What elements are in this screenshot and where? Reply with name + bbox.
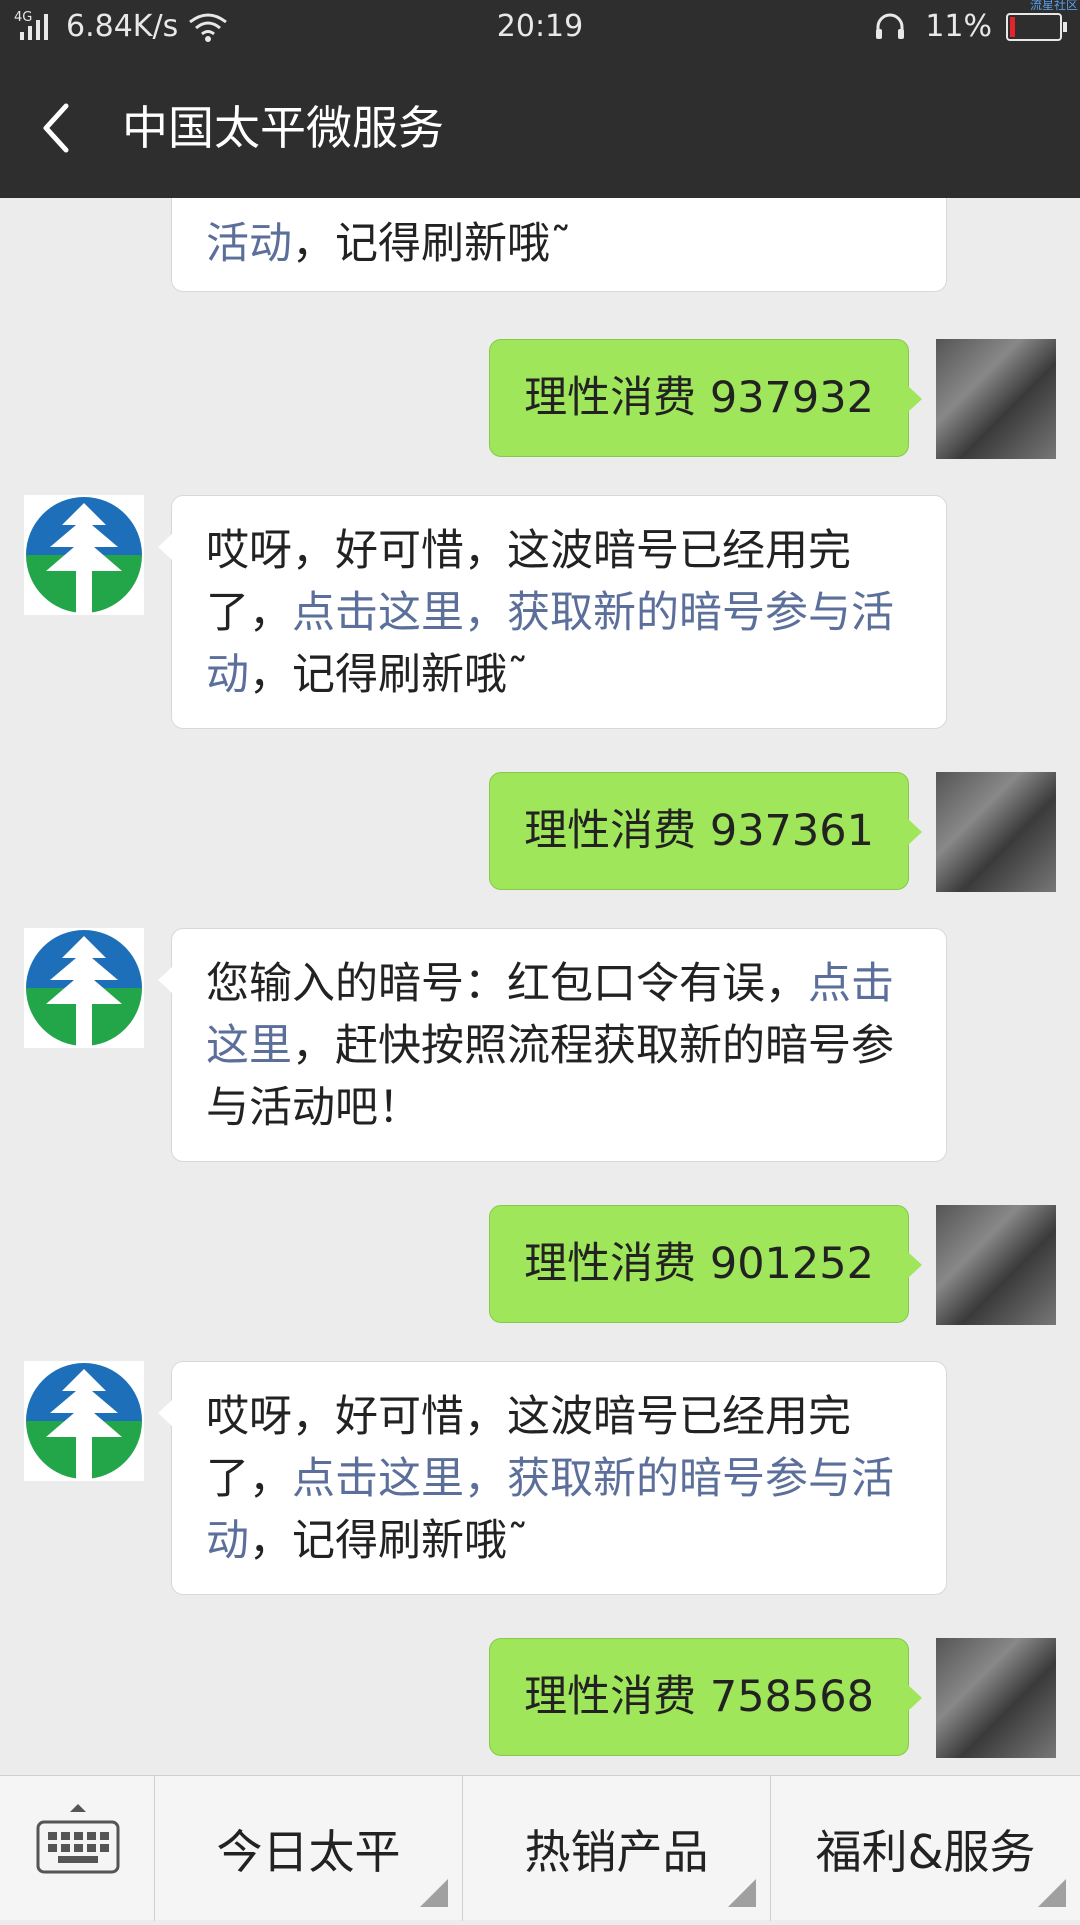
- outgoing-message-bubble: 理性消费 937932: [489, 339, 922, 457]
- bottom-menu-bar: 今日太平 热销产品 福利&服务: [0, 1775, 1080, 1921]
- menu-item-hot-products[interactable]: 热销产品: [463, 1776, 771, 1921]
- bot-avatar[interactable]: [24, 928, 144, 1048]
- headset-icon: [876, 13, 905, 39]
- incoming-message-bubble: 哎呀，好可惜，这波暗号已经用完了，点击这里，获取新的暗号参与活动，记得刷新哦˜: [158, 1361, 947, 1595]
- outgoing-message-bubble: 理性消费 901252: [489, 1205, 922, 1323]
- keyboard-icon: [36, 1804, 120, 1874]
- submenu-indicator-icon: [1038, 1879, 1066, 1907]
- chevron-left-icon: [43, 103, 69, 153]
- outgoing-message-bubble: 理性消费 937361: [489, 772, 922, 890]
- bot-avatar[interactable]: [24, 495, 144, 615]
- battery-percent: 11%: [925, 9, 992, 44]
- message-text: 理性消费 937361: [524, 806, 874, 856]
- menu-item-benefits-services[interactable]: 福利&服务: [771, 1776, 1080, 1921]
- menu-item-label: 今日太平: [216, 1824, 401, 1879]
- message-text: 理性消费 758568: [524, 1672, 874, 1722]
- status-bar: 4G 6.84K/s 20:19 11% 流星社区: [0, 0, 1080, 52]
- message-text: ，记得刷新哦˜: [249, 650, 529, 700]
- user-avatar[interactable]: [936, 1205, 1056, 1325]
- submenu-indicator-icon: [420, 1879, 448, 1907]
- incoming-message-bubble: 您输入的暗号：红包口令有误，点击这里，赶快按照流程获取新的暗号参与活动吧！: [158, 928, 947, 1162]
- menu-item-label: 热销产品: [524, 1824, 709, 1879]
- title-bar: 中国太平微服务: [0, 52, 1080, 198]
- submenu-indicator-icon: [728, 1879, 756, 1907]
- message-text: ，记得刷新哦˜: [292, 219, 572, 269]
- user-avatar[interactable]: [936, 772, 1056, 892]
- china-taiping-logo-icon: [26, 930, 142, 1046]
- battery-level-fill: [1010, 16, 1015, 37]
- outgoing-message-bubble: 理性消费 758568: [489, 1638, 922, 1756]
- incoming-message-bubble: 活动，记得刷新哦˜: [171, 198, 947, 292]
- incoming-message-bubble: 哎呀，好可惜，这波暗号已经用完了，点击这里，获取新的暗号参与活动，记得刷新哦˜: [158, 495, 947, 729]
- watermark: 流星社区: [1029, 0, 1078, 12]
- keyboard-toggle-button[interactable]: [0, 1776, 155, 1921]
- message-text: 理性消费 937932: [524, 373, 874, 423]
- message-link[interactable]: 活动: [206, 219, 292, 269]
- battery-icon: [1006, 12, 1067, 41]
- china-taiping-logo-icon: [26, 497, 142, 613]
- menu-item-today-taiping[interactable]: 今日太平: [155, 1776, 463, 1921]
- message-text: 理性消费 901252: [524, 1239, 874, 1289]
- status-right: 11%: [873, 9, 1067, 44]
- user-avatar[interactable]: [936, 339, 1056, 459]
- menu-item-label: 福利&服务: [815, 1824, 1036, 1879]
- message-text: 您输入的暗号：红包口令有误，: [206, 959, 808, 1009]
- china-taiping-logo-icon: [26, 1363, 142, 1479]
- message-text: ，赶快按照流程获取新的暗号参与活动吧！: [206, 1021, 894, 1133]
- back-button[interactable]: [36, 98, 76, 158]
- chat-message-list[interactable]: 活动，记得刷新哦˜ 理性消费 937932 哎呀，好可惜，这波暗号已经用完了，点…: [0, 198, 1080, 1775]
- page-title: 中国太平微服务: [122, 101, 444, 155]
- user-avatar[interactable]: [936, 1638, 1056, 1758]
- message-text: ，记得刷新哦˜: [249, 1516, 529, 1566]
- bot-avatar[interactable]: [24, 1361, 144, 1481]
